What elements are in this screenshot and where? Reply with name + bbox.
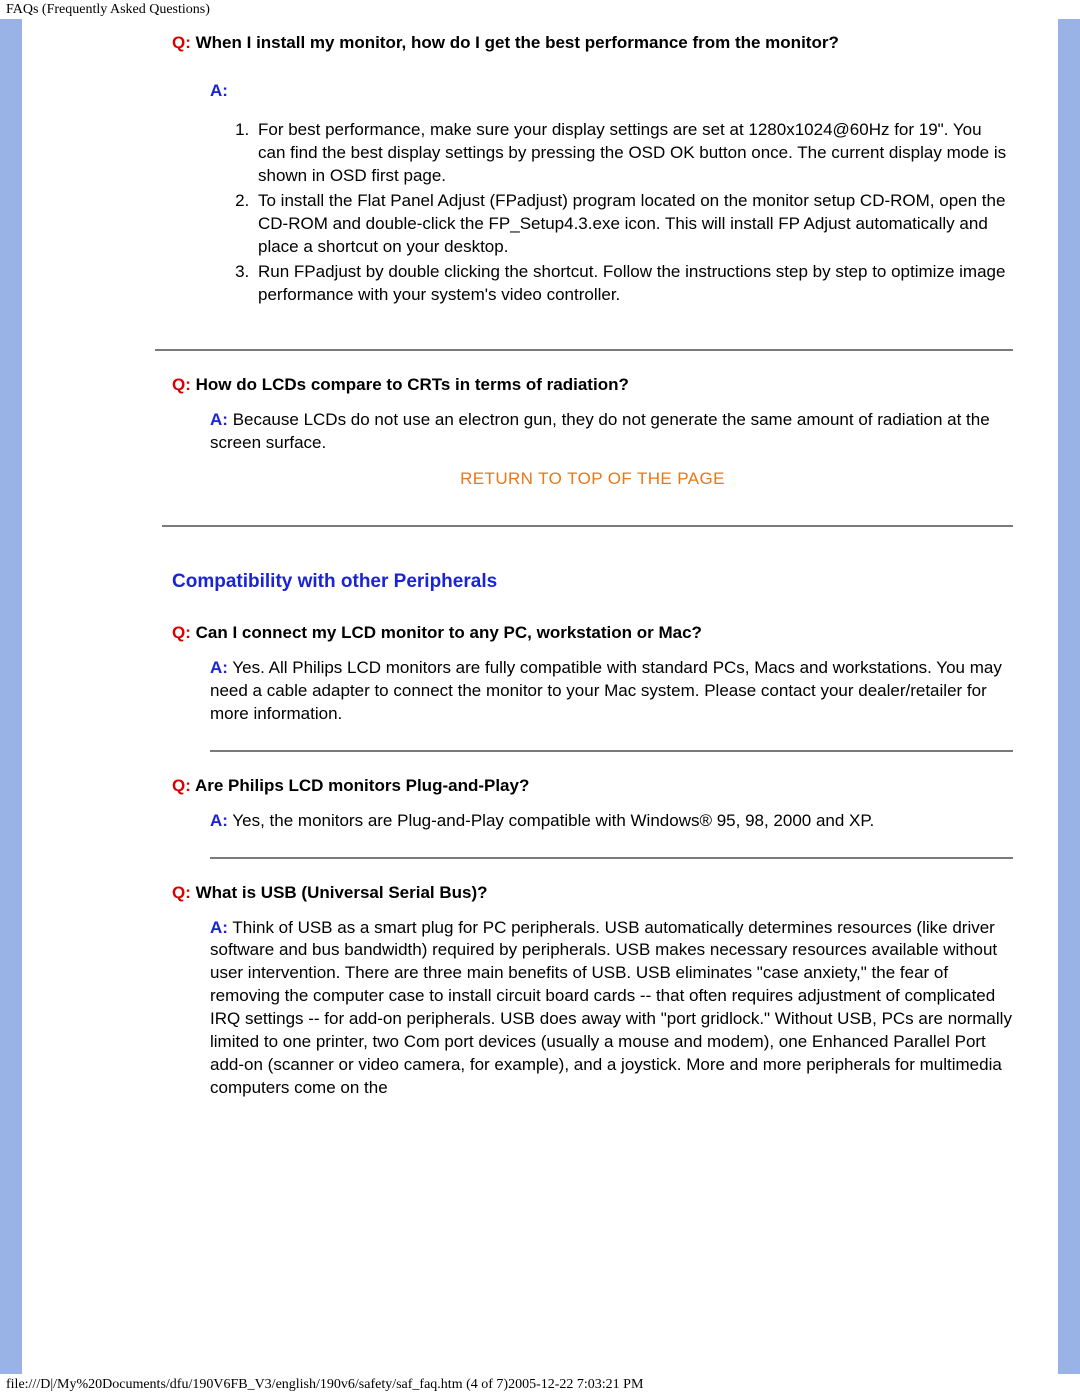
faq5-answer: A: Think of USB as a smart plug for PC p… bbox=[210, 917, 1013, 1101]
faq2-answer: A: Because LCDs do not use an electron g… bbox=[210, 409, 1013, 455]
q-label: Q: bbox=[172, 883, 191, 902]
faq3-answer-text: Yes. All Philips LCD monitors are fully … bbox=[210, 658, 1002, 723]
faq4-answer: A: Yes, the monitors are Plug-and-Play c… bbox=[210, 810, 1013, 833]
section-compatibility-title: Compatibility with other Peripherals bbox=[172, 571, 1013, 593]
faq1-answer-list: For best performance, make sure your dis… bbox=[254, 119, 1013, 307]
a-label: A: bbox=[210, 918, 228, 937]
separator bbox=[210, 857, 1013, 859]
separator bbox=[210, 750, 1013, 752]
return-to-top-link[interactable]: RETURN TO TOP OF THE PAGE bbox=[172, 469, 1013, 489]
a-label: A: bbox=[210, 811, 228, 830]
a-label: A: bbox=[210, 81, 228, 100]
faq2-question: Q: How do LCDs compare to CRTs in terms … bbox=[172, 375, 1013, 395]
page-header-title: FAQs (Frequently Asked Questions) bbox=[0, 0, 1080, 19]
page-content: Q: When I install my monitor, how do I g… bbox=[22, 19, 1058, 1373]
faq3-question-text: Can I connect my LCD monitor to any PC, … bbox=[196, 623, 702, 642]
faq2-question-text: How do LCDs compare to CRTs in terms of … bbox=[196, 375, 629, 394]
separator bbox=[155, 349, 1013, 351]
q-label: Q: bbox=[172, 623, 191, 642]
faq5-question-text: What is USB (Universal Serial Bus)? bbox=[196, 883, 488, 902]
faq4-question: Q: Are Philips LCD monitors Plug-and-Pla… bbox=[172, 776, 1013, 796]
q-label: Q: bbox=[172, 375, 191, 394]
faq3-question: Q: Can I connect my LCD monitor to any P… bbox=[172, 623, 1013, 643]
faq1-question: Q: When I install my monitor, how do I g… bbox=[172, 33, 1013, 53]
a-label: A: bbox=[210, 410, 228, 429]
faq1-answer-label: A: bbox=[210, 81, 1013, 101]
faq4-answer-text: Yes, the monitors are Plug-and-Play comp… bbox=[232, 811, 874, 830]
faq1-answer-item-3: Run FPadjust by double clicking the shor… bbox=[254, 261, 1013, 307]
faq4-question-text: Are Philips LCD monitors Plug-and-Play? bbox=[195, 776, 529, 795]
faq1-answer-item-2: To install the Flat Panel Adjust (FPadju… bbox=[254, 190, 1013, 259]
faq1-question-text: When I install my monitor, how do I get … bbox=[196, 33, 839, 52]
faq5-question: Q: What is USB (Universal Serial Bus)? bbox=[172, 883, 1013, 903]
q-label: Q: bbox=[172, 33, 191, 52]
faq3-answer: A: Yes. All Philips LCD monitors are ful… bbox=[210, 657, 1013, 726]
a-label: A: bbox=[210, 658, 228, 677]
section-separator bbox=[162, 525, 1013, 527]
outer-frame: Q: When I install my monitor, how do I g… bbox=[0, 19, 1080, 1373]
faq5-answer-text: Think of USB as a smart plug for PC peri… bbox=[210, 918, 1012, 1098]
faq2-answer-text: Because LCDs do not use an electron gun,… bbox=[210, 410, 990, 452]
faq1-answer-item-1: For best performance, make sure your dis… bbox=[254, 119, 1013, 188]
page-footer-path: file:///D|/My%20Documents/dfu/190V6FB_V3… bbox=[0, 1374, 1080, 1397]
q-label: Q: bbox=[172, 776, 191, 795]
